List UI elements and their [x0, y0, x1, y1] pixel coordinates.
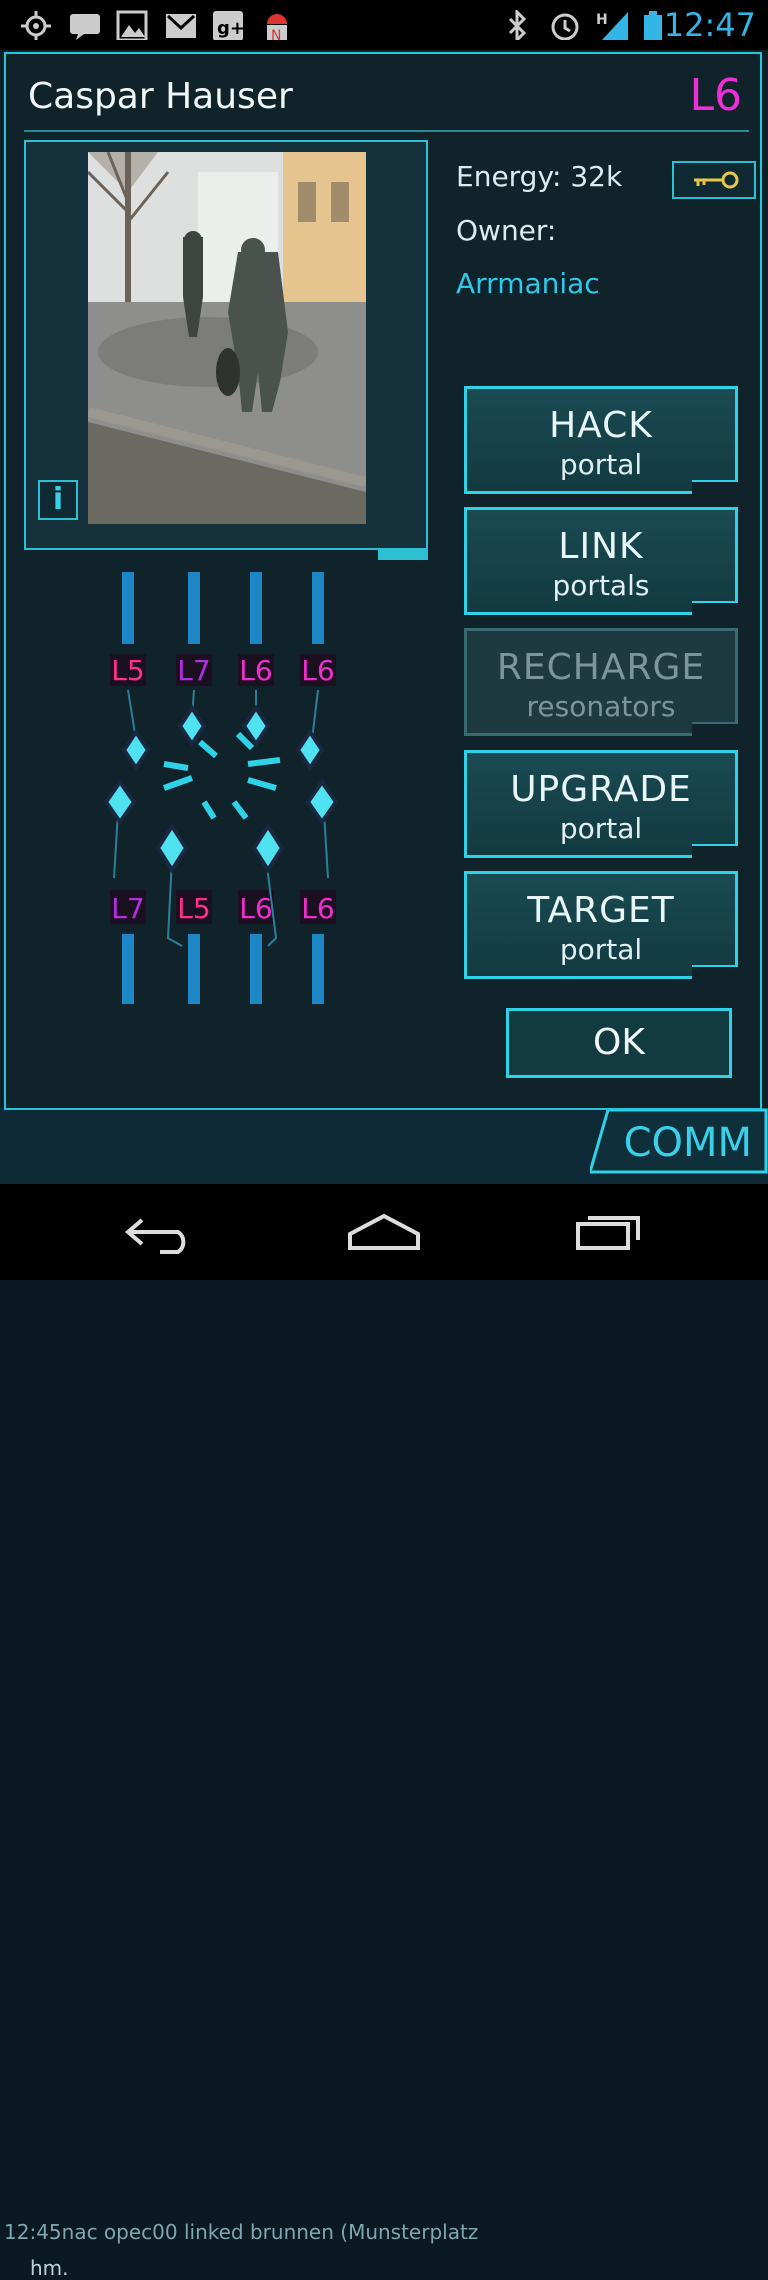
- alarm-icon: [551, 13, 579, 40]
- button-corner: [692, 722, 738, 736]
- resonator-energy-bar: [188, 572, 200, 644]
- resonator-crystal: [241, 704, 271, 748]
- energy-readout: Energy: 32k: [456, 160, 622, 193]
- resonator-crystal: [295, 728, 325, 772]
- resonator-crystal: [177, 704, 207, 748]
- resonator-connector: [311, 689, 319, 741]
- key-icon: [694, 171, 739, 189]
- portal-core-ray: [247, 777, 277, 791]
- portal-core-ray: [247, 757, 281, 767]
- resonator-energy-bar: [250, 572, 262, 644]
- divider: [24, 130, 749, 132]
- recharge-label: RECHARGE: [496, 647, 706, 688]
- resonator-crystal: [103, 778, 137, 826]
- google-plus-icon: g+: [213, 11, 244, 40]
- portal-title: Caspar Hauser: [28, 76, 293, 117]
- portal-core-ray: [201, 800, 217, 820]
- resonator-level-label: L6: [239, 654, 272, 687]
- link-label: LINK: [558, 526, 644, 567]
- comm-message: 12:45nac opec00 linked brunnen (Munsterp…: [4, 2220, 479, 2244]
- target-label: TARGET: [527, 890, 675, 931]
- resonator-energy-bar: [312, 572, 324, 644]
- resonator-energy-bar: [188, 934, 200, 1004]
- upgrade-portal-button[interactable]: UPGRADE portal: [464, 750, 738, 858]
- resonator-energy-bar: [250, 934, 262, 1004]
- energy-label: Energy:: [456, 160, 562, 193]
- resonator-level-label: L7: [177, 654, 210, 687]
- resonator-level-label: L6: [301, 892, 334, 925]
- frame-tab: [378, 550, 428, 560]
- navigation-bar: [0, 1184, 768, 1280]
- resonator-energy-bar: [312, 934, 324, 1004]
- resonator-level-label: L5: [111, 654, 144, 687]
- portal-core-ray: [198, 739, 218, 759]
- portal-core-ray: [162, 775, 194, 791]
- hack-portal-button[interactable]: HACK portal: [464, 386, 738, 494]
- chat-icon: [70, 14, 100, 40]
- recent-apps-icon[interactable]: [574, 1212, 646, 1252]
- portal-core-ray: [231, 800, 249, 820]
- link-sublabel: portals: [552, 569, 650, 602]
- hack-sublabel: portal: [559, 448, 643, 481]
- button-corner: [692, 965, 738, 979]
- button-corner: [692, 601, 738, 615]
- button-corner: [692, 844, 738, 858]
- recharge-sublabel: resonators: [526, 690, 676, 723]
- back-icon[interactable]: [124, 1214, 196, 1254]
- recharge-resonators-button[interactable]: RECHARGE resonators: [464, 628, 738, 736]
- link-portals-button[interactable]: LINK portals: [464, 507, 738, 615]
- button-corner: [692, 480, 738, 494]
- svg-text:N: N: [271, 28, 281, 40]
- battery-icon: [644, 11, 662, 40]
- resonator-level-label: L5: [177, 892, 210, 925]
- clock: 12:47: [663, 6, 756, 44]
- resonator-crystal: [121, 728, 151, 772]
- comm-message-continued: hm.: [30, 2256, 69, 2280]
- comm-button[interactable]: COMM: [624, 1120, 752, 1166]
- upgrade-label: UPGRADE: [510, 769, 692, 810]
- portal-level: L6: [689, 70, 742, 121]
- bluetooth-icon: [508, 10, 527, 40]
- resonator-energy-bar: [122, 572, 134, 644]
- statue-photo: [88, 152, 366, 524]
- resonator-crystal: [251, 822, 285, 874]
- portal-dialog: Caspar Hauser L6 i Energy: 32k Owner: Ar…: [4, 52, 762, 1110]
- home-icon[interactable]: [346, 1212, 422, 1252]
- svg-text:g+: g+: [217, 18, 244, 39]
- svg-text:H: H: [596, 12, 608, 28]
- energy-value: 32k: [570, 160, 623, 193]
- image-icon: [116, 10, 148, 40]
- portal-photo[interactable]: [88, 152, 366, 524]
- status-bar: g+ N H 12:47: [0, 0, 768, 50]
- resonator-energy-bar: [122, 934, 134, 1004]
- signal-icon: H: [596, 12, 628, 40]
- resonator-level-label: L6: [301, 654, 334, 687]
- info-button[interactable]: i: [38, 480, 78, 520]
- resonator-crystal: [305, 778, 339, 826]
- owner-label: Owner:: [456, 214, 557, 247]
- resonator-level-label: L6: [239, 892, 272, 925]
- hack-label: HACK: [549, 405, 653, 446]
- gps-icon: [21, 11, 51, 40]
- upgrade-sublabel: portal: [559, 812, 643, 845]
- resonator-level-label: L7: [111, 892, 144, 925]
- target-portal-button[interactable]: TARGET portal: [464, 871, 738, 979]
- gmail-icon: [166, 14, 196, 38]
- resonator-connector: [113, 811, 119, 879]
- android-icon: N: [267, 14, 287, 40]
- resonator-connector: [323, 811, 329, 879]
- resonator-diagram: L5 L7 L6 L6 L7 L5 L6 L6: [103, 572, 339, 1004]
- portal-core-ray: [163, 761, 189, 771]
- portal-image-frame: i: [24, 140, 428, 560]
- target-sublabel: portal: [559, 933, 643, 966]
- resonator-crystal: [155, 822, 189, 874]
- portal-key-button[interactable]: [672, 161, 756, 199]
- ok-button[interactable]: OK: [506, 1008, 732, 1078]
- owner-name[interactable]: Arrmaniac: [456, 267, 600, 300]
